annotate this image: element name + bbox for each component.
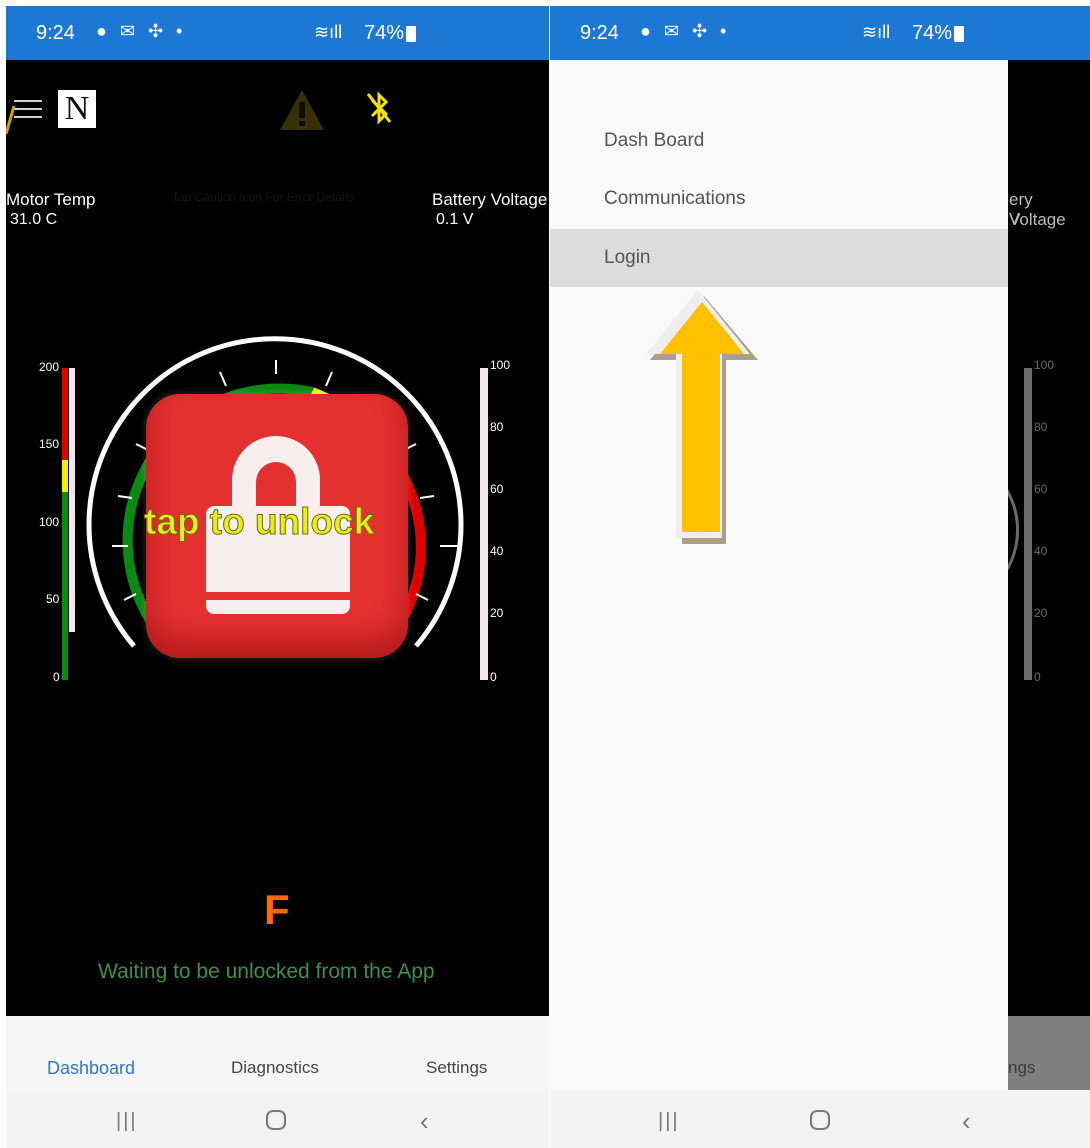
dimmed-voltage-bar	[1024, 368, 1032, 680]
voltage-tick-label: 100	[490, 358, 511, 372]
tab-diagnostics[interactable]: Diagnostics	[231, 1058, 319, 1078]
status-time: 9:24	[36, 22, 75, 44]
status-time: 9:24	[580, 22, 619, 44]
voltage-tick-label: 0	[490, 670, 497, 684]
tab-settings[interactable]: Settings	[426, 1058, 487, 1078]
menu-icon[interactable]	[14, 94, 42, 124]
system-nav-bar: ||| ‹	[550, 1090, 1090, 1148]
gear-indicator: F	[264, 886, 290, 933]
dimmed-battery-voltage-label: ery Voltage	[1009, 190, 1066, 229]
home-icon[interactable]	[266, 1110, 286, 1130]
dimmed-tab-bar: ngs	[1008, 1016, 1090, 1090]
voltage-tick-label: 20	[490, 606, 504, 620]
battery-icon	[406, 26, 416, 42]
wifi-signal-icon: ≋ıll	[862, 22, 891, 42]
brand-logo-icon: N	[58, 90, 96, 128]
dimmed-voltage-tick: 20	[1034, 606, 1048, 620]
battery-percent: 74%	[912, 22, 953, 44]
caution-icon[interactable]	[278, 88, 326, 132]
dimmed-voltage-tick: 0	[1034, 670, 1041, 684]
dimmed-voltage-tick: 60	[1034, 482, 1048, 496]
dimmed-voltage-tick: 100	[1034, 358, 1055, 372]
dimmed-voltage-tick: 80	[1034, 420, 1048, 434]
back-icon[interactable]: ‹	[420, 1106, 429, 1137]
tab-dashboard[interactable]: Dashboard	[47, 1058, 135, 1079]
dimmed-voltage-tick: 40	[1034, 544, 1048, 558]
voltage-tick-label: 60	[490, 482, 504, 496]
recent-apps-icon[interactable]: |||	[658, 1110, 680, 1133]
annotation-arrow-tip-icon	[6, 105, 16, 135]
battery-voltage-value: 0.1 V	[436, 211, 474, 228]
drawer-item-dash-board[interactable]: Dash Board	[550, 112, 1008, 170]
temp-tick-label: 100	[39, 515, 60, 529]
system-nav-bar: ||| ‹	[6, 1090, 549, 1148]
dimmed-tab-settings: ngs	[1008, 1058, 1036, 1077]
dashboard-screen: 9:24 ● ✉ ✣ • ≋ıll 74% N Motor Temp 31.0 …	[6, 6, 549, 1148]
dimmed-battery-voltage-value: V	[1009, 211, 1020, 228]
temp-tick-label: 0	[53, 670, 60, 684]
annotation-up-arrow-icon	[646, 290, 758, 544]
caution-hint: Tap Caution Icon For Error Details	[172, 190, 354, 204]
navigation-drawer: Dash Board Communications Login	[550, 60, 1008, 1090]
bluetooth-disabled-icon[interactable]	[364, 90, 394, 126]
status-bar: 9:24 ● ✉ ✣ • ≋ıll 74%	[550, 6, 1090, 60]
waiting-message: Waiting to be unlocked from the App	[98, 960, 435, 983]
unlock-overlay-text: tap to unlock	[143, 501, 375, 543]
motor-temp-label: Motor Temp	[6, 190, 96, 209]
battery-icon	[954, 26, 964, 42]
drawer-item-login[interactable]: Login	[550, 229, 1008, 287]
battery-voltage-bar	[480, 368, 488, 680]
status-bar: 9:24 ● ✉ ✣ • ≋ıll 74%	[6, 6, 549, 60]
voltage-tick-label: 80	[490, 420, 504, 434]
notification-icons: ● ✉ ✣ •	[96, 21, 187, 41]
recent-apps-icon[interactable]: |||	[116, 1110, 138, 1133]
bottom-tab-bar: Dashboard Diagnostics Settings	[6, 1016, 549, 1090]
back-icon[interactable]: ‹	[962, 1106, 971, 1137]
motor-temp-value: 31.0 C	[10, 211, 58, 228]
wifi-signal-icon: ≋ıll	[314, 22, 343, 42]
battery-voltage-label: Battery Voltage	[432, 190, 548, 209]
temp-tick-label: 200	[39, 360, 60, 374]
drawer-item-communications[interactable]: Communications	[550, 170, 1008, 228]
notification-icons: ● ✉ ✣ •	[640, 21, 731, 41]
temp-tick-label: 150	[39, 437, 60, 451]
home-icon[interactable]	[810, 1110, 830, 1130]
temp-tick-label: 50	[46, 592, 60, 606]
drawer-screen: 9:24 ● ✉ ✣ • ≋ıll 74% ery Voltage V 100 …	[550, 6, 1090, 1148]
motor-temp-bar	[62, 368, 76, 680]
battery-percent: 74%	[364, 22, 405, 44]
voltage-tick-label: 40	[490, 544, 504, 558]
